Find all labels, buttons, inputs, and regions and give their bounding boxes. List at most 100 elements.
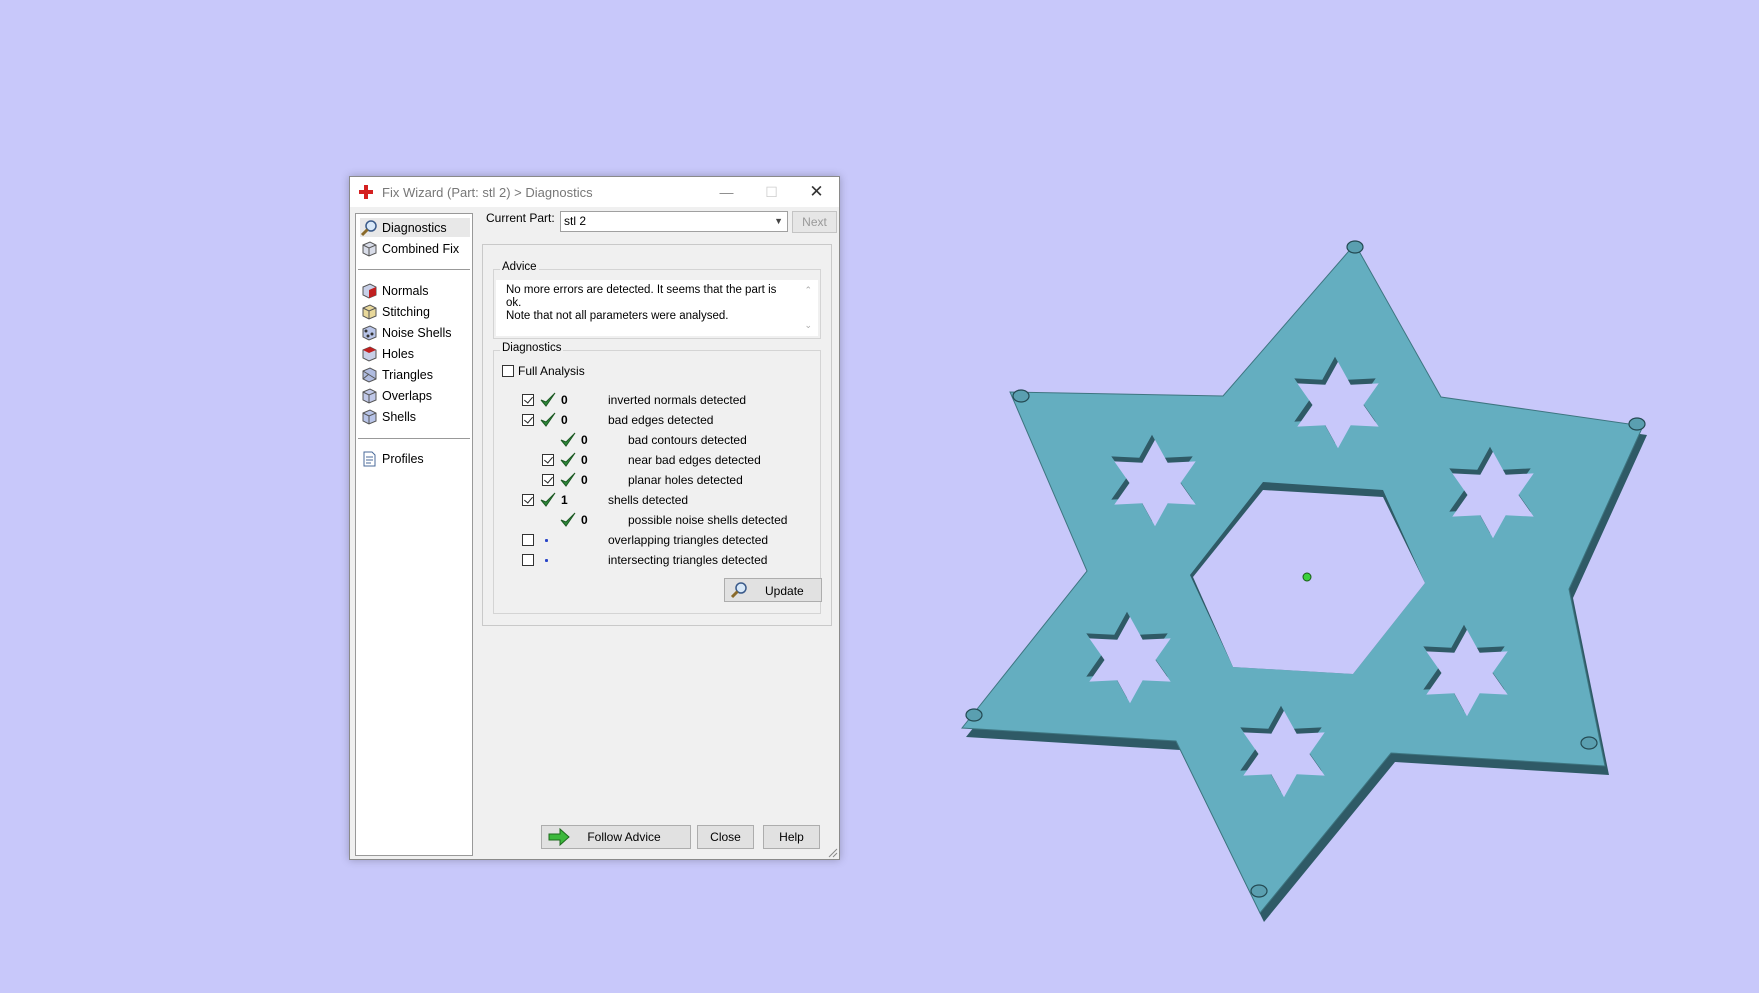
diagnostic-checkbox[interactable] [522,414,534,426]
diagnostic-checkbox[interactable] [522,394,534,406]
not-analysed-dot-icon [545,559,548,562]
diagnostic-row: 1 shells detected [494,491,814,509]
resize-grip-icon[interactable] [828,848,838,858]
diagnostic-row: 0 bad edges detected [494,411,814,429]
magnifier-icon [360,219,377,236]
wizard-nav: Diagnostics Combined Fix Normals Stitchi… [355,213,473,856]
nav-item-normals[interactable]: Normals [360,281,433,300]
nav-divider [358,269,470,270]
nav-item-label: Noise Shells [382,325,452,340]
diagnostic-row: intersecting triangles detected [494,551,814,569]
diagnostic-count: 0 [581,433,588,447]
cube-icon [362,240,377,257]
diagnostic-checkbox[interactable] [542,474,554,486]
diagnostic-label: inverted normals detected [608,393,747,407]
diagnostic-label: shells detected [608,493,689,507]
diagnostic-label: overlapping triangles detected [608,533,769,547]
fix-wizard-dialog: Fix Wizard (Part: stl 2) > Diagnostics —… [349,176,840,860]
update-label: Update [765,584,804,598]
title-bar[interactable]: Fix Wizard (Part: stl 2) > Diagnostics —… [350,177,839,207]
nav-item-profiles[interactable]: Profiles [360,449,428,468]
current-part-select[interactable]: stl 2 ▼ [560,211,788,232]
diagnostic-checkbox[interactable] [522,494,534,506]
red-cross-icon [359,185,373,199]
update-button[interactable]: Update [724,578,822,602]
close-button[interactable]: Close [697,825,754,849]
full-analysis-checkbox[interactable] [502,365,514,377]
diagnostics-group: Diagnostics Full Analysis 0 inverted norm… [493,342,822,614]
nav-item-label: Shells [382,409,417,424]
nav-item-label: Combined Fix [382,241,460,256]
nav-item-label: Triangles [382,367,433,382]
diagnostic-count: 0 [581,473,588,487]
nav-item-label: Overlaps [382,388,433,403]
green-check-icon [540,492,556,507]
nav-item-label: Normals [382,283,429,298]
nav-item-label: Holes [382,346,414,361]
chevron-down-icon: ▼ [774,216,783,226]
triangles-cube-icon [362,366,377,383]
diagnostic-label: possible noise shells detected [628,513,788,527]
normals-cube-icon [362,282,377,299]
advice-line-2: Note that not all parameters were analys… [506,310,729,322]
diagnostic-row: overlapping triangles detected [494,531,814,549]
nav-item-shells[interactable]: Shells [360,407,420,426]
diagnostics-title: Diagnostics [500,342,564,354]
diagnostic-checkbox[interactable] [542,454,554,466]
holes-cube-icon [362,345,377,362]
green-check-icon [560,512,576,527]
nav-item-stitching[interactable]: Stitching [360,302,434,321]
maximize-button[interactable]: ☐ [749,177,794,207]
diagnostic-count: 0 [561,413,568,427]
next-button[interactable]: Next [792,211,837,233]
diagnostic-count: 0 [581,453,588,467]
green-check-icon [560,432,576,447]
advice-title: Advice [500,261,539,273]
nav-item-triangles[interactable]: Triangles [360,365,437,384]
nav-item-diagnostics[interactable]: Diagnostics [360,218,470,237]
follow-advice-label: Follow Advice [587,830,661,844]
advice-text: No more errors are detected. It seems th… [496,280,818,336]
diagnostic-label: intersecting triangles detected [608,553,768,567]
scroll-up-icon[interactable]: ⌃ [804,284,812,297]
profile-document-icon [363,451,376,466]
nav-item-combined-fix[interactable]: Combined Fix [360,239,463,258]
diagnostic-checkbox[interactable] [522,534,534,546]
diagnostic-label: bad contours detected [628,433,747,447]
green-check-icon [560,472,576,487]
nav-item-overlaps[interactable]: Overlaps [360,386,436,405]
diagnostic-label: bad edges detected [608,413,714,427]
nav-item-label: Profiles [382,451,424,466]
diagnostic-row: 0 near bad edges detected [494,451,814,469]
current-part-value: stl 2 [564,214,587,228]
not-analysed-dot-icon [545,539,548,542]
advice-line-1: No more errors are detected. It seems th… [506,284,777,309]
diagnostic-count: 0 [581,513,588,527]
diagnostic-label: near bad edges detected [628,453,761,467]
nav-item-noise-shells[interactable]: Noise Shells [360,323,455,342]
scroll-down-icon[interactable]: ⌄ [804,319,812,332]
diagnostic-checkbox[interactable] [522,554,534,566]
3d-viewport[interactable] [0,0,1759,993]
green-check-icon [540,412,556,427]
diagnostic-label: planar holes detected [628,473,743,487]
diagnostic-row: 0 bad contours detected [494,431,814,449]
stitching-cube-icon [362,303,377,320]
nav-divider [358,438,470,439]
full-analysis-label: Full Analysis [518,364,585,378]
diagnostic-count: 1 [561,493,568,507]
nav-item-label: Stitching [382,304,430,319]
green-arrow-icon [548,828,570,846]
help-button[interactable]: Help [763,825,820,849]
current-part-label: Current Part: [486,211,555,225]
diagnostic-count: 0 [561,393,568,407]
follow-advice-button[interactable]: Follow Advice [541,825,691,849]
green-check-icon [560,452,576,467]
nav-item-holes[interactable]: Holes [360,344,418,363]
close-window-button[interactable]: ✕ [794,177,839,207]
diagnostic-row: 0 inverted normals detected [494,391,814,409]
minimize-button[interactable]: — [704,177,749,207]
noise-shells-icon [362,324,377,341]
star-part[interactable] [961,240,1647,922]
shells-cube-icon [362,408,377,425]
